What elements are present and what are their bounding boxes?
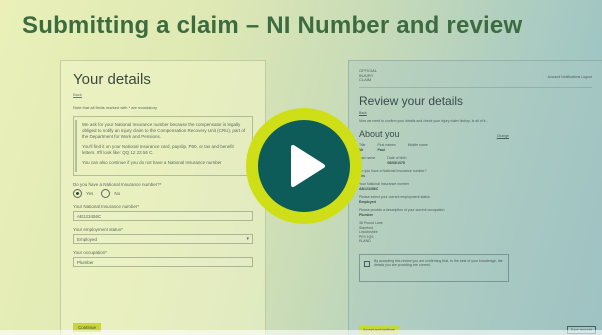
- site-header: OFFICIAL INJURY CLAIM Account Notificati…: [359, 68, 592, 88]
- ni-number-field: AB123456C: [73, 211, 253, 221]
- occupation-label: Your occupation*: [73, 250, 107, 255]
- radio-no-label: No: [114, 191, 121, 196]
- info-paragraph: You'll find it on your National Insuranc…: [82, 144, 234, 155]
- name-row: Title Mr First names Paul Middle name: [359, 143, 592, 152]
- occupation-field: Plumber: [73, 257, 253, 267]
- back-link: Back: [73, 92, 82, 97]
- review-employment: Please select your current employment st…: [359, 195, 592, 204]
- ni-number-value: AB123456C: [77, 214, 102, 219]
- ni-question: Do you have a National Insurance number?: [359, 169, 427, 173]
- ni-number-label: Your National Insurance number*: [73, 204, 140, 209]
- info-paragraph: You can also continue if you do not have…: [82, 160, 222, 165]
- ni-question-label: Do you have a National Insurance number?…: [73, 182, 162, 187]
- review-details-screen: OFFICIAL INJURY CLAIM Account Notificati…: [348, 60, 602, 335]
- radio-yes: [73, 189, 82, 198]
- dob-value: 08/08/1978: [387, 160, 405, 165]
- your-details-screen: Your details Back Note that all fields m…: [60, 60, 266, 335]
- radio-no: [101, 189, 111, 198]
- employment-status-select: Employed ▾: [73, 234, 253, 244]
- chevron-down-icon: ▾: [246, 236, 249, 242]
- dob-cell: Date of birth 08/08/1978: [387, 156, 406, 165]
- slide-title: Submitting a claim – NI Number and revie…: [22, 12, 523, 39]
- review-address: 38 Pound Lane Stamford Lincolnshire PE9 …: [359, 221, 592, 244]
- confirmation-text: By accepting this review you are confirm…: [374, 258, 503, 268]
- address-line: ELAND: [359, 239, 371, 243]
- mandatory-note: Note that all fields marked with * are m…: [73, 105, 158, 110]
- employment-status-value: Employed: [77, 237, 98, 242]
- your-details-heading: Your details: [73, 71, 151, 88]
- employment-status-label: Your employment status*: [73, 227, 123, 232]
- account-links: Account Notifications Logout: [547, 75, 592, 79]
- video-frame[interactable]: Submitting a claim – NI Number and revie…: [0, 0, 602, 335]
- name-row-2: Last name Date of birth 08/08/1978: [359, 156, 592, 165]
- employment-value: Employed: [359, 199, 376, 204]
- review-heading: Review your details: [359, 93, 464, 108]
- occupation-label: Please provide a description of your cur…: [359, 208, 445, 212]
- play-icon: [291, 145, 325, 187]
- about-you-heading: About you: [359, 129, 400, 139]
- occupation-value: Plumber: [77, 260, 94, 265]
- first-name-value: Paul: [377, 147, 385, 152]
- back-link: Back: [359, 110, 367, 115]
- radio-yes-label: Yes: [86, 191, 94, 196]
- logo-line: CLAIM: [359, 77, 372, 82]
- middle-name-cell: Middle name: [408, 143, 428, 152]
- info-paragraph: We ask for your National Insurance numbe…: [82, 122, 246, 139]
- review-ni-number: Your National Insurance number AB123456C: [359, 182, 592, 191]
- review-intro: Now we need to confirm your details and …: [359, 118, 489, 123]
- ni-radio-group: Yes No: [73, 189, 253, 198]
- middle-name-label: Middle name: [407, 143, 428, 147]
- ni-label: Your National Insurance number: [359, 182, 410, 186]
- confirmation-notice: By accepting this review you are confirm…: [359, 253, 509, 282]
- review-ni-question: Do you have a National Insurance number?…: [359, 169, 592, 178]
- employment-label: Please select your current employment st…: [359, 195, 430, 199]
- first-name-cell: First names Paul: [377, 143, 395, 152]
- official-injury-claim-logo: OFFICIAL INJURY CLAIM: [359, 68, 389, 83]
- play-button[interactable]: [246, 108, 362, 224]
- ni-info-box: We ask for your National Insurance numbe…: [73, 116, 253, 176]
- review-occupation: Please provide a description of your cur…: [359, 208, 592, 217]
- about-you-row: About you Change: [359, 129, 509, 139]
- ni-value: AB123456C: [359, 186, 379, 191]
- play-button-center: [258, 120, 350, 212]
- checkbox-icon: [364, 260, 370, 267]
- bottom-strip: [0, 330, 602, 335]
- occupation-value: Plumber: [359, 212, 374, 217]
- change-link: Change: [496, 134, 509, 138]
